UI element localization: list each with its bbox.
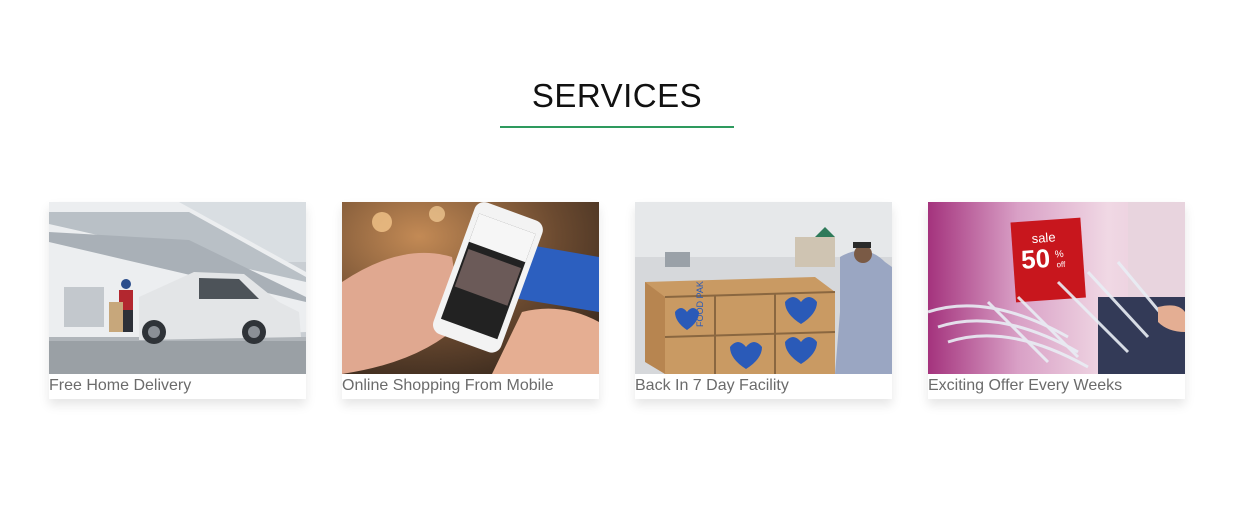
service-label-offer: Exciting Offer Every Weeks (928, 377, 1123, 394)
sale-off: off (1056, 260, 1066, 270)
title-underline (500, 126, 734, 128)
service-card-delivery[interactable]: Free Home Delivery (49, 202, 306, 399)
heading-wrap: SERVICES (0, 76, 1234, 116)
service-card-offer[interactable]: sale 50 % off Exciting Offer Every Weeks (928, 202, 1185, 399)
service-card-mobile-shopping[interactable]: Online Shopping From Mobile (342, 202, 599, 399)
box-label: FOOD PAK (695, 281, 705, 327)
mobile-shopping-image (342, 202, 599, 374)
sale-percent: 50 (1020, 243, 1051, 275)
sale-offer-image: sale 50 % off (928, 202, 1185, 374)
food-boxes-image: FOOD PAK (635, 202, 892, 374)
service-label-mobile-shopping: Online Shopping From Mobile (342, 377, 554, 394)
sale-percent-sign: % (1054, 249, 1064, 261)
service-label-return: Back In 7 Day Facility (635, 377, 789, 394)
services-page: SERVICES Free Home Delivery Online Shopp… (0, 0, 1234, 509)
delivery-van-image (49, 202, 306, 374)
service-cards: Free Home Delivery Online Shopping From … (49, 202, 1189, 402)
section-title: SERVICES (531, 77, 703, 114)
service-label-delivery: Free Home Delivery (49, 377, 192, 394)
service-card-return[interactable]: FOOD PAK Back In 7 Day Facility (635, 202, 892, 399)
